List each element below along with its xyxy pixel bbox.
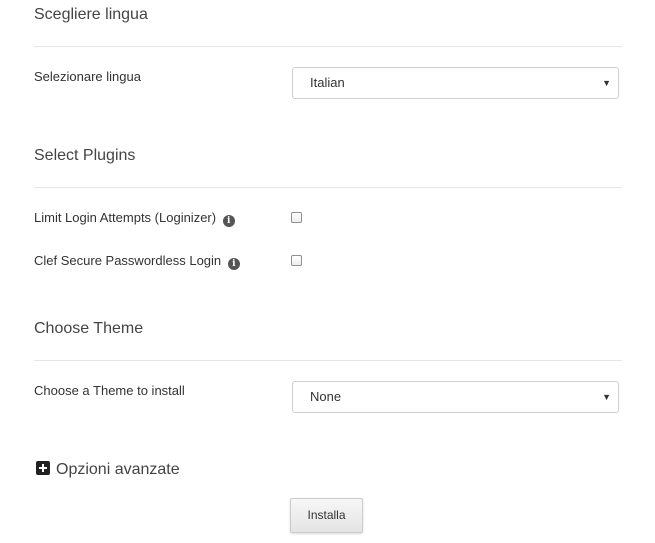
plugin-label-text: Limit Login Attempts (Loginizer) (34, 210, 217, 225)
language-label: Selezionare lingua (34, 69, 141, 84)
divider (34, 360, 622, 361)
divider (34, 187, 622, 188)
advanced-options-toggle[interactable]: Opzioni avanzate (36, 461, 180, 479)
chevron-down-icon: ▼ (602, 392, 611, 402)
info-icon[interactable]: i (227, 258, 240, 270)
plugin-label-text: Clef Secure Passwordless Login (34, 253, 222, 268)
divider (34, 46, 622, 47)
chevron-down-icon: ▼ (602, 78, 611, 88)
install-options-form: Scegliere lingua Selezionare lingua Ital… (0, 0, 655, 543)
theme-section-title: Choose Theme (34, 320, 144, 337)
install-button[interactable]: Installa (290, 498, 363, 533)
advanced-options-label: Opzioni avanzate (56, 461, 180, 478)
language-section-title: Scegliere lingua (34, 6, 148, 23)
language-select[interactable]: Italian ▼ (292, 67, 619, 99)
clef-checkbox[interactable] (291, 255, 302, 266)
loginizer-checkbox[interactable] (291, 212, 302, 223)
plugin-label-clef: Clef Secure Passwordless Login i (34, 253, 240, 270)
theme-select[interactable]: None ▼ (292, 381, 619, 413)
plugins-section-title: Select Plugins (34, 147, 136, 164)
plugin-label-loginizer: Limit Login Attempts (Loginizer) i (34, 210, 235, 227)
theme-label: Choose a Theme to install (34, 383, 185, 398)
plus-square-icon (36, 461, 50, 475)
theme-select-value: None (310, 389, 342, 404)
info-icon[interactable]: i (222, 215, 235, 227)
language-select-value: Italian (310, 75, 345, 90)
